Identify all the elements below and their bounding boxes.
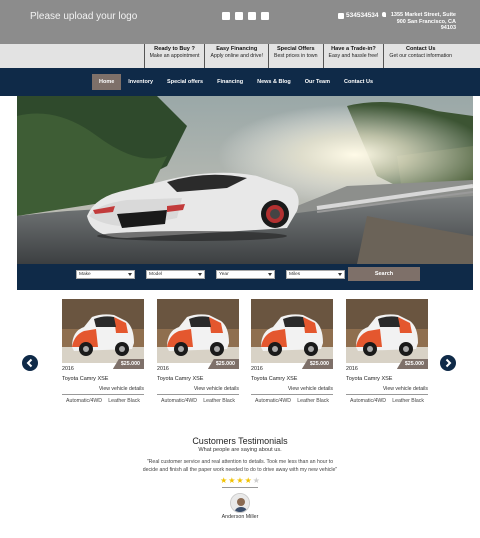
- map-pin-icon: [382, 12, 386, 17]
- vehicle-year: 2016: [62, 366, 74, 372]
- vehicle-image[interactable]: [62, 299, 144, 363]
- twitter-icon[interactable]: [235, 12, 243, 20]
- testimonials-section: Customers Testimonials What people are s…: [0, 436, 480, 520]
- vehicle-image[interactable]: [251, 299, 333, 363]
- divider: [222, 487, 258, 488]
- quick-link-subtitle: Easy and hassle free!: [328, 53, 379, 59]
- view-details-link[interactable]: View vehicle details: [251, 385, 333, 395]
- miles-select[interactable]: Miles: [286, 270, 345, 279]
- nav-our-team[interactable]: Our Team: [298, 74, 337, 90]
- quick-link-title: Special Offers: [276, 46, 315, 52]
- star-empty-icon: ★: [252, 476, 260, 485]
- top-bar: Please upload your logo 534534534 1355 M…: [0, 0, 480, 44]
- logo-placeholder[interactable]: Please upload your logo: [30, 11, 137, 22]
- hero-image: [17, 96, 473, 264]
- nav-news-blog[interactable]: News & Blog: [250, 74, 298, 90]
- testimonials-title: Customers Testimonials: [192, 436, 288, 446]
- vehicle-card[interactable]: 2016 $25.000 Toyota Camry XSE View vehic…: [346, 299, 428, 404]
- quick-link-financing[interactable]: Easy Financing Apply online and drive!: [204, 44, 268, 68]
- youtube-icon[interactable]: [261, 12, 269, 20]
- chevron-down-icon: [268, 273, 272, 276]
- address: 1355 Market Street, Suite 900 San Franci…: [382, 12, 456, 32]
- chevron-down-icon: [338, 273, 342, 276]
- quick-link-trade-in[interactable]: Have a Trade-in? Easy and hassle free!: [322, 44, 384, 68]
- vehicle-interior: Leather Black: [108, 398, 140, 404]
- star-filled-icon: ★: [220, 476, 228, 485]
- chevron-down-icon: [198, 273, 202, 276]
- chevron-right-icon: [445, 358, 452, 368]
- vehicle-name[interactable]: Toyota Camry XSE: [251, 375, 333, 383]
- search-button[interactable]: Search: [348, 267, 420, 281]
- vehicle-carousel: 2016 $25.000 Toyota Camry XSE View vehic…: [0, 290, 480, 415]
- vehicle-year: 2016: [251, 366, 263, 372]
- vehicle-card[interactable]: 2016 $25.000 Toyota Camry XSE View vehic…: [157, 299, 239, 404]
- phone-icon: [338, 12, 344, 19]
- view-details-link[interactable]: View vehicle details: [157, 385, 239, 395]
- quick-link-ready-to-buy[interactable]: Ready to Buy ? Make an appointment: [143, 44, 205, 68]
- vehicle-name[interactable]: Toyota Camry XSE: [62, 375, 144, 383]
- make-select-value: Make: [79, 272, 91, 277]
- testimonial-quote: "Real customer service and real attentio…: [142, 459, 338, 473]
- vehicle-search-bar: Make Model Year Miles Search: [17, 264, 473, 290]
- model-select[interactable]: Model: [146, 270, 205, 279]
- rating-stars: ★ ★ ★ ★ ★: [0, 477, 480, 485]
- social-icons: [222, 12, 269, 20]
- nav-financing[interactable]: Financing: [210, 74, 250, 90]
- nav-special-offers[interactable]: Special offers: [160, 74, 210, 90]
- phone-contact[interactable]: 534534534: [338, 12, 379, 19]
- carousel-next-button[interactable]: [440, 355, 456, 371]
- quick-link-special-offers[interactable]: Special Offers Best prices in town: [267, 44, 323, 68]
- vehicle-card[interactable]: 2016 $25.000 Toyota Camry XSE View vehic…: [251, 299, 333, 404]
- vehicle-interior: Leather Black: [392, 398, 424, 404]
- chevron-down-icon: [128, 273, 132, 276]
- vehicle-image[interactable]: [346, 299, 428, 363]
- testimonial-author: Anderson Miller: [221, 514, 259, 520]
- nav-contact-us[interactable]: Contact Us: [337, 74, 380, 90]
- nav-home[interactable]: Home: [92, 74, 122, 90]
- star-filled-icon: ★: [244, 476, 252, 485]
- vehicle-transmission: Automatic/4WD: [255, 398, 292, 404]
- quick-link-title: Easy Financing: [216, 46, 258, 52]
- nav-inventory[interactable]: Inventory: [121, 74, 160, 90]
- vehicle-interior: Leather Black: [297, 398, 329, 404]
- vehicle-interior: Leather Black: [203, 398, 235, 404]
- star-filled-icon: ★: [236, 476, 244, 485]
- quick-link-title: Contact Us: [405, 46, 436, 52]
- vehicle-card[interactable]: 2016 $25.000 Toyota Camry XSE View vehic…: [62, 299, 144, 404]
- miles-select-value: Miles: [289, 272, 301, 277]
- testimonials-subtitle: What people are saying about us.: [198, 447, 282, 453]
- vehicle-name[interactable]: Toyota Camry XSE: [346, 375, 428, 383]
- vehicle-transmission: Automatic/4WD: [350, 398, 387, 404]
- quick-links-bar: Ready to Buy ? Make an appointment Easy …: [0, 44, 480, 68]
- view-details-link[interactable]: View vehicle details: [62, 385, 144, 395]
- model-select-value: Model: [149, 272, 163, 277]
- quick-link-contact[interactable]: Contact Us Get our contact information: [383, 44, 457, 68]
- phone-number: 534534534: [346, 12, 379, 19]
- year-select-value: Year: [219, 272, 229, 277]
- vehicle-transmission: Automatic/4WD: [161, 398, 198, 404]
- star-filled-icon: ★: [228, 476, 236, 485]
- vehicle-image[interactable]: [157, 299, 239, 363]
- quick-link-subtitle: Make an appointment: [149, 53, 200, 59]
- address-text: 1355 Market Street, Suite 900 San Franci…: [390, 12, 456, 31]
- quick-link-subtitle: Get our contact information: [389, 53, 452, 59]
- view-details-link[interactable]: View vehicle details: [346, 385, 428, 395]
- vehicle-year: 2016: [346, 366, 358, 372]
- carousel-prev-button[interactable]: [22, 355, 38, 371]
- year-select[interactable]: Year: [216, 270, 275, 279]
- make-select[interactable]: Make: [76, 270, 135, 279]
- quick-link-title: Have a Trade-in?: [331, 46, 376, 52]
- quick-link-subtitle: Best prices in town: [273, 53, 318, 59]
- hero-car-illustration: [17, 96, 473, 264]
- facebook-icon[interactable]: [222, 12, 230, 20]
- chevron-left-icon: [26, 358, 33, 368]
- vehicle-transmission: Automatic/4WD: [66, 398, 103, 404]
- avatar: [230, 493, 250, 513]
- instagram-icon[interactable]: [248, 12, 256, 20]
- quick-link-subtitle: Apply online and drive!: [210, 53, 263, 59]
- quick-link-title: Ready to Buy ?: [154, 46, 195, 52]
- main-nav: Home Inventory Special offers Financing …: [0, 68, 480, 96]
- vehicle-year: 2016: [157, 366, 169, 372]
- vehicle-name[interactable]: Toyota Camry XSE: [157, 375, 239, 383]
